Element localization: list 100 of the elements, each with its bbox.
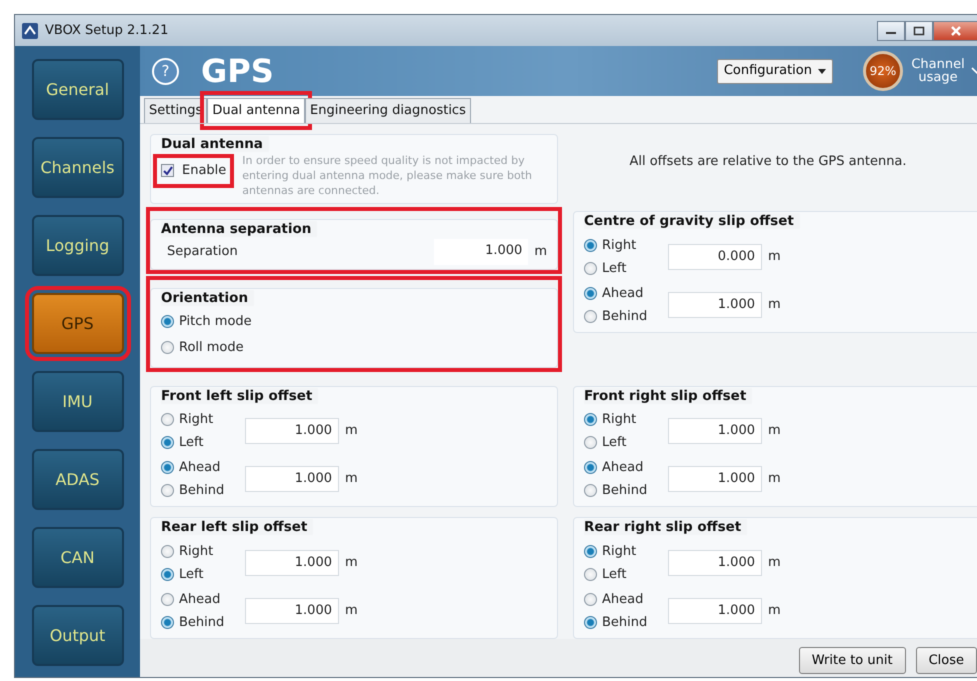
radio-label: Right — [602, 411, 636, 430]
radio-button[interactable] — [161, 484, 174, 498]
configuration-dropdown[interactable]: Configuration — [716, 58, 833, 84]
usage-label: Channel usage — [910, 58, 966, 84]
radio-button[interactable] — [584, 568, 597, 581]
window-title: VBOX Setup 2.1.21 — [45, 22, 168, 40]
field-label: Separation — [166, 243, 239, 262]
group-title: Dual antenna — [161, 136, 269, 152]
value-field[interactable]: 1.000 — [245, 598, 339, 624]
radio-button[interactable] — [584, 310, 597, 322]
radio-button[interactable] — [584, 592, 597, 606]
radio-label: Right — [179, 411, 214, 430]
tab[interactable]: Settings — [144, 98, 208, 122]
radio-button[interactable] — [584, 436, 597, 450]
unit-label: m — [534, 243, 547, 262]
radio-button[interactable] — [584, 286, 597, 300]
value-field[interactable]: 1.000 — [668, 598, 762, 624]
group-title: Centre of gravity slip offset — [584, 213, 800, 230]
usage-gauge: 92% — [863, 51, 903, 91]
radio-button[interactable] — [161, 413, 174, 426]
note-text: All offsets are relative to the GPS antenna. — [628, 152, 908, 170]
radio-button[interactable] — [584, 461, 597, 474]
radio-label: Behind — [602, 482, 648, 500]
sidebar-item[interactable]: Logging — [32, 215, 124, 276]
radio-button[interactable] — [584, 262, 597, 274]
radio-button[interactable] — [161, 616, 174, 629]
radio-button[interactable] — [161, 592, 174, 606]
tab[interactable]: Engineering diagnostics — [305, 98, 471, 122]
unit-label: m — [768, 422, 781, 440]
check-icon — [162, 166, 172, 176]
radio-label: Ahead — [602, 284, 644, 302]
unit-label: m — [345, 470, 358, 488]
unit-label: m — [768, 554, 781, 572]
minimize-button[interactable] — [877, 20, 905, 40]
radio-button[interactable] — [161, 341, 174, 354]
info-text: In order to ensure speed quality is not impacted by entering dual antenna mode, please make sure both antennas are connected. — [242, 154, 534, 199]
unit-label: m — [768, 602, 781, 620]
radio-label: Ahead — [602, 459, 644, 478]
dialog-button[interactable]: Close — [916, 646, 977, 674]
value-field[interactable]: 1.000 — [668, 550, 762, 576]
unit-label: m — [768, 470, 781, 488]
sidebar-item[interactable]: CAN — [32, 527, 124, 588]
sidebar-item[interactable]: General — [32, 59, 124, 120]
maximize-button[interactable] — [905, 20, 933, 40]
group-title: Rear right slip offset — [584, 519, 748, 536]
radio-label: Ahead — [179, 459, 220, 478]
radio-label: Right — [179, 542, 214, 561]
enable-checkbox[interactable]: Enable — [157, 158, 230, 184]
sidebar-item[interactable]: IMU — [32, 371, 124, 432]
radio-label: Behind — [179, 482, 224, 500]
maximize-icon — [913, 26, 925, 36]
caret-icon — [818, 68, 826, 74]
help-button[interactable]: ? — [152, 58, 179, 84]
sidebar-item[interactable]: ADAS — [32, 449, 124, 510]
close-button[interactable] — [933, 20, 977, 40]
radio-button[interactable] — [161, 315, 174, 328]
unit-label: m — [768, 248, 781, 266]
radio-button[interactable] — [584, 484, 597, 498]
radio-label: Pitch mode — [179, 312, 252, 331]
value-field[interactable]: 1.000 — [668, 292, 762, 318]
value-field[interactable]: 1.000 — [434, 239, 528, 266]
radio-button[interactable] — [584, 238, 597, 252]
value-field[interactable]: 1.000 — [245, 466, 339, 492]
group-title: Front left slip offset — [161, 388, 318, 404]
radio-label: Left — [602, 566, 626, 584]
radio-label: Left — [602, 434, 626, 452]
page-title: GPS — [201, 55, 274, 87]
radio-label: Left — [179, 434, 204, 452]
dialog-button[interactable]: Write to unit — [798, 646, 906, 674]
unit-label: m — [345, 422, 358, 440]
group-title: Rear left slip offset — [161, 519, 314, 536]
value-field[interactable]: 1.000 — [245, 550, 339, 576]
radio-label: Ahead — [179, 590, 220, 609]
radio-label: Behind — [602, 614, 648, 632]
unit-label: m — [345, 602, 358, 620]
radio-button[interactable] — [584, 544, 597, 558]
close-icon — [950, 24, 962, 36]
radio-label: Behind — [179, 614, 224, 632]
sidebar-item[interactable]: Channels — [32, 137, 124, 198]
unit-label: m — [768, 296, 781, 314]
group-title: Front right slip offset — [584, 388, 752, 404]
radio-label: Right — [602, 236, 636, 254]
sidebar-item[interactable]: Output — [32, 605, 124, 666]
radio-button[interactable] — [161, 461, 174, 474]
value-field[interactable]: 1.000 — [668, 466, 762, 492]
radio-label: Left — [179, 566, 204, 584]
group-title: Orientation — [161, 290, 254, 306]
value-field[interactable]: 0.000 — [668, 244, 762, 270]
radio-button[interactable] — [584, 616, 597, 629]
value-field[interactable]: 1.000 — [245, 418, 339, 444]
app-icon — [21, 22, 39, 40]
value-field[interactable]: 1.000 — [668, 418, 762, 444]
radio-label: Right — [602, 542, 636, 561]
radio-button[interactable] — [161, 436, 174, 450]
radio-label: Left — [602, 260, 626, 278]
radio-button[interactable] — [161, 544, 174, 558]
radio-button[interactable] — [584, 413, 597, 426]
radio-button[interactable] — [161, 568, 174, 581]
group-title: Antenna separation — [161, 220, 318, 237]
radio-label: Roll mode — [179, 338, 244, 357]
